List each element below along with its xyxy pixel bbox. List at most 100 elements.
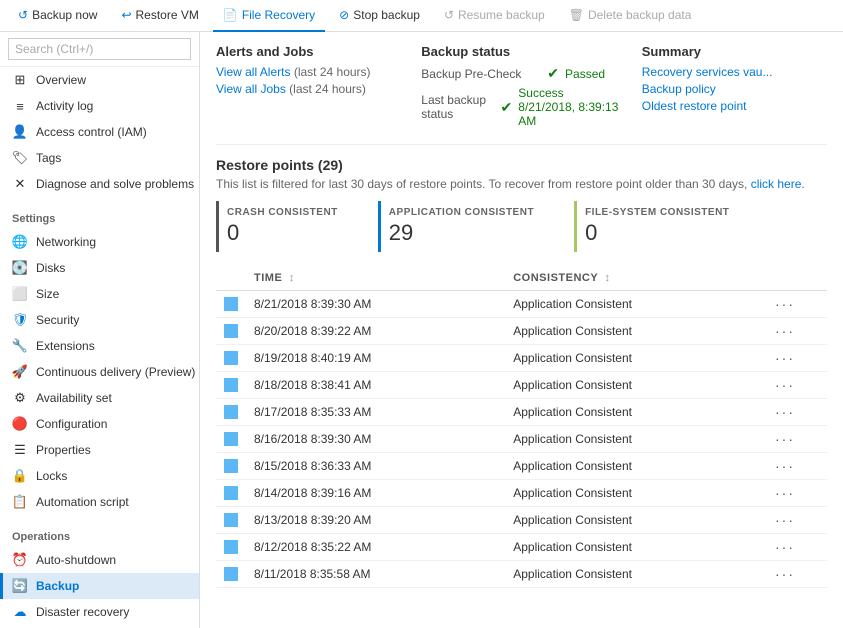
app-consistent-stat: APPLICATION CONSISTENT 29 [378,201,550,252]
row-time-8: 8/13/2018 8:39:20 AM [246,507,505,534]
row-actions-4[interactable]: ··· [767,399,827,426]
row-color-6 [216,453,246,480]
sidebar-item-access-control[interactable]: 👤 Access control (IAM) [0,119,199,145]
tab-backup-now[interactable]: ↺ Backup now [8,0,107,32]
sidebar-item-backup[interactable]: 🔄 Backup [0,573,199,599]
row-actions-0[interactable]: ··· [767,291,827,318]
crash-consistent-stat: CRASH CONSISTENT 0 [216,201,354,252]
row-color-8 [216,507,246,534]
diagnose-icon: ✕ [12,176,28,192]
sidebar-item-size[interactable]: ⬜ Size [0,281,199,307]
summary-item-1[interactable]: Recovery services vau... [642,65,827,79]
row-actions-3[interactable]: ··· [767,372,827,399]
automation-script-icon: 📋 [12,494,28,510]
row-actions-1[interactable]: ··· [767,318,827,345]
row-color-5 [216,426,246,453]
file-recovery-icon: 📄 [223,8,238,22]
sidebar-item-overview-label: Overview [36,73,86,87]
view-all-jobs-link[interactable]: View all Jobs (last 24 hours) [216,82,401,96]
properties-icon: ☰ [12,442,28,458]
more-button-5[interactable]: ··· [775,431,795,447]
sidebar-item-locks[interactable]: 🔒 Locks [0,463,199,489]
sidebar-item-availability-set-label: Availability set [36,391,112,405]
sidebar-item-diagnose-label: Diagnose and solve problems [36,177,194,191]
tab-resume-backup[interactable]: ↺ Resume backup [434,0,555,32]
filter-note-link[interactable]: click here. [751,177,805,191]
fs-consistent-stat: FILE-SYSTEM CONSISTENT 0 [574,201,745,252]
row-actions-8[interactable]: ··· [767,507,827,534]
sidebar-item-tags[interactable]: 🏷 Tags [0,145,199,171]
more-button-9[interactable]: ··· [775,539,795,555]
search-input[interactable] [8,38,191,60]
color-indicator-2 [224,351,238,365]
extensions-icon: 🔧 [12,338,28,354]
sidebar-item-availability-set[interactable]: ⚙ Availability set [0,385,199,411]
summary-item-3[interactable]: Oldest restore point [642,99,827,113]
sidebar-item-properties[interactable]: ☰ Properties [0,437,199,463]
more-button-3[interactable]: ··· [775,377,795,393]
tab-restore-vm-label: Restore VM [136,8,199,22]
sidebar-item-security[interactable]: 🛡 Security [0,307,199,333]
color-indicator-6 [224,459,238,473]
row-actions-6[interactable]: ··· [767,453,827,480]
sidebar-item-overview[interactable]: ⊞ Overview [0,67,199,93]
more-button-6[interactable]: ··· [775,458,795,474]
tab-file-recovery-label: File Recovery [242,8,315,22]
sidebar-item-activity-log[interactable]: ≡ Activity log [0,93,199,119]
sidebar-item-diagnose[interactable]: ✕ Diagnose and solve problems [0,171,199,197]
col-header-consistency[interactable]: CONSISTENCY ↕ [505,266,767,291]
col-header-time[interactable]: TIME ↕ [246,266,505,291]
sidebar-item-auto-shutdown[interactable]: ⏰ Auto-shutdown [0,547,199,573]
pre-check-label: Backup Pre-Check [421,67,541,81]
sidebar-item-continuous-delivery[interactable]: 🚀 Continuous delivery (Preview) [0,359,199,385]
more-button-10[interactable]: ··· [775,566,795,582]
sidebar-item-automation-script[interactable]: 📋 Automation script [0,489,199,515]
row-color-1 [216,318,246,345]
pre-check-value: Passed [565,67,605,81]
row-actions-10[interactable]: ··· [767,561,827,588]
sidebar-item-extensions[interactable]: 🔧 Extensions [0,333,199,359]
tab-delete-backup-data-label: Delete backup data [588,8,691,22]
view-all-alerts-link[interactable]: View all Alerts (last 24 hours) [216,65,401,79]
sidebar-item-networking[interactable]: 🌐 Networking [0,229,199,255]
view-all-jobs-note: (last 24 hours) [289,82,366,96]
row-color-2 [216,345,246,372]
color-indicator-5 [224,432,238,446]
top-tab-bar: ↺ Backup now ↩ Restore VM 📄 File Recover… [0,0,843,32]
tab-stop-backup[interactable]: ⊘ Stop backup [329,0,430,32]
more-button-4[interactable]: ··· [775,404,795,420]
tab-delete-backup-data[interactable]: 🗑 Delete backup data [559,0,702,32]
row-actions-7[interactable]: ··· [767,480,827,507]
more-button-2[interactable]: ··· [775,350,795,366]
row-time-1: 8/20/2018 8:39:22 AM [246,318,505,345]
tab-restore-vm[interactable]: ↩ Restore VM [111,0,208,32]
operations-section-label: Operations [0,523,199,547]
col-header-actions [767,266,827,291]
networking-icon: 🌐 [12,234,28,250]
more-button-1[interactable]: ··· [775,323,795,339]
color-indicator-10 [224,567,238,581]
row-actions-2[interactable]: ··· [767,345,827,372]
row-consistency-4: Application Consistent [505,399,767,426]
summary-item-2[interactable]: Backup policy [642,82,827,96]
more-button-0[interactable]: ··· [775,296,795,312]
sidebar-search-container [0,32,199,67]
tab-file-recovery[interactable]: 📄 File Recovery [213,0,325,32]
sidebar-item-continuous-delivery-label: Continuous delivery (Preview) [36,365,195,379]
sidebar-item-disaster-recovery[interactable]: ☁ Disaster recovery [0,599,199,625]
more-button-8[interactable]: ··· [775,512,795,528]
sidebar-item-security-label: Security [36,313,79,327]
row-consistency-9: Application Consistent [505,534,767,561]
sidebar-item-auto-shutdown-label: Auto-shutdown [36,553,116,567]
sidebar-item-extensions-label: Extensions [36,339,95,353]
continuous-delivery-icon: 🚀 [12,364,28,380]
time-sort-icon: ↕ [289,272,295,284]
color-indicator-4 [224,405,238,419]
sidebar-item-disks[interactable]: 💽 Disks [0,255,199,281]
more-button-7[interactable]: ··· [775,485,795,501]
row-actions-5[interactable]: ··· [767,426,827,453]
row-actions-9[interactable]: ··· [767,534,827,561]
overview-icon: ⊞ [12,72,28,88]
sidebar-item-configuration[interactable]: 🔴 Configuration [0,411,199,437]
sidebar-item-properties-label: Properties [36,443,91,457]
